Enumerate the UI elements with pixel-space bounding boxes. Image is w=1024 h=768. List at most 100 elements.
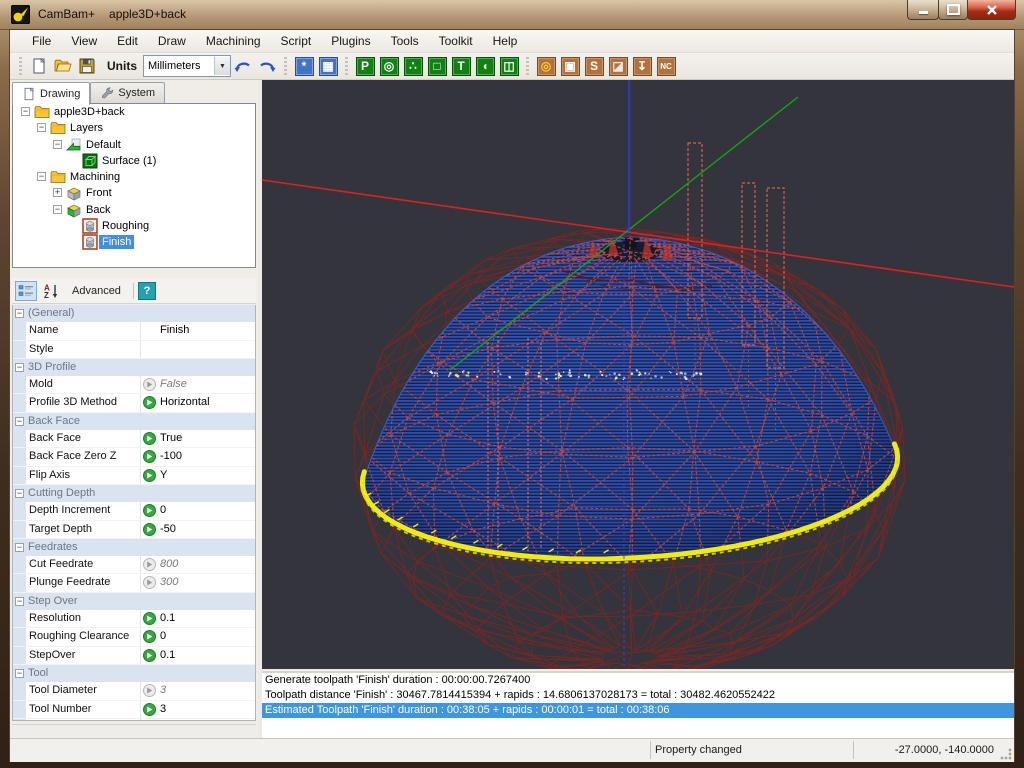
property-row-name[interactable]: NameFinish xyxy=(13,322,255,340)
tree-node-front[interactable]: +Front xyxy=(13,185,255,201)
property-category-tool[interactable]: −Tool xyxy=(13,665,255,682)
toolbar-grip[interactable] xyxy=(284,57,287,75)
property-category-feedrates[interactable]: −Feedrates xyxy=(13,539,255,556)
property-value[interactable]: 0.1 xyxy=(160,612,175,624)
units-combobox[interactable]: Millimeters ▼ xyxy=(143,55,231,77)
property-value[interactable]: True xyxy=(160,432,182,444)
property-row-mold[interactable]: MoldFalse xyxy=(13,376,255,394)
property-value[interactable]: 0 xyxy=(160,504,166,516)
collapse-icon[interactable]: − xyxy=(37,123,46,132)
grid-button[interactable]: ▦ xyxy=(317,55,339,77)
close-button[interactable] xyxy=(967,0,1016,20)
property-value[interactable]: 3 xyxy=(160,684,166,696)
toolbar-grip[interactable] xyxy=(345,57,348,75)
tree-node-surface-1-[interactable]: Surface (1) xyxy=(13,153,255,169)
title-bar[interactable]: CamBam+apple3D+back xyxy=(0,0,1024,30)
engrave-mop-button[interactable]: S xyxy=(583,55,605,77)
property-row-cut-feedrate[interactable]: Cut Feedrate800 xyxy=(13,556,255,574)
property-row-profile-3d-method[interactable]: Profile 3D MethodHorizontal xyxy=(13,394,255,412)
property-value[interactable]: -100 xyxy=(160,450,182,462)
advanced-button[interactable]: Advanced xyxy=(72,285,121,297)
tree-node-apple3d-back[interactable]: −apple3D+back xyxy=(13,104,255,120)
collapse-icon[interactable]: − xyxy=(53,205,62,214)
property-row-resolution[interactable]: Resolution0.1 xyxy=(13,610,255,628)
property-row-style[interactable]: Style xyxy=(13,341,255,359)
property-value[interactable]: 0 xyxy=(160,630,166,642)
menu-machining[interactable]: Machining xyxy=(196,31,271,51)
property-row-plunge-feedrate[interactable]: Plunge Feedrate300 xyxy=(13,574,255,592)
menu-file[interactable]: File xyxy=(22,31,61,51)
point-list-button[interactable]: ∴ xyxy=(402,55,424,77)
profile3d-mop-button[interactable]: ◪ xyxy=(607,55,629,77)
menu-edit[interactable]: Edit xyxy=(107,31,148,51)
property-row-roughing-clearance[interactable]: Roughing Clearance0 xyxy=(13,628,255,646)
property-value[interactable]: 800 xyxy=(160,558,178,570)
tree-node-machining[interactable]: −Machining xyxy=(13,169,255,185)
collapse-icon[interactable]: − xyxy=(21,107,30,116)
units-dropdown-arrow[interactable]: ▼ xyxy=(214,57,230,75)
viewport-3d[interactable] xyxy=(262,80,1014,669)
tab-system[interactable]: System xyxy=(90,82,165,103)
tree-node-default[interactable]: −Default xyxy=(13,137,255,153)
property-category-step-over[interactable]: −Step Over xyxy=(13,593,255,610)
arc-button[interactable]: ◖ xyxy=(474,55,496,77)
collapse-icon[interactable]: − xyxy=(53,140,62,149)
property-value[interactable]: 3 xyxy=(160,703,166,715)
property-category-cutting-depth[interactable]: −Cutting Depth xyxy=(13,485,255,502)
property-row-back-face[interactable]: Back FaceTrue xyxy=(13,430,255,448)
rectangle-button[interactable]: □ xyxy=(426,55,448,77)
circle-button[interactable]: ◎ xyxy=(378,55,400,77)
polyline-button[interactable]: P xyxy=(354,55,376,77)
property-value[interactable]: False xyxy=(160,378,187,390)
help-button[interactable]: ? xyxy=(138,282,156,300)
tab-drawing[interactable]: Drawing xyxy=(12,82,90,105)
property-row-tool-profile[interactable]: Tool ProfileBall Nose xyxy=(13,719,255,721)
drill-mop-button[interactable]: ↧ xyxy=(631,55,653,77)
menu-toolkit[interactable]: Toolkit xyxy=(429,31,483,51)
collapse-icon[interactable]: − xyxy=(15,543,24,552)
collapse-icon[interactable]: − xyxy=(15,309,24,318)
expand-icon[interactable]: + xyxy=(53,188,62,197)
property-category-3d-profile[interactable]: −3D Profile xyxy=(13,359,255,376)
surface-button[interactable]: ◫ xyxy=(498,55,520,77)
property-row-depth-increment[interactable]: Depth Increment0 xyxy=(13,502,255,520)
property-row-back-face-zero-z[interactable]: Back Face Zero Z-100 xyxy=(13,448,255,466)
property-row-stepover[interactable]: StepOver0.1 xyxy=(13,647,255,665)
collapse-icon[interactable]: − xyxy=(15,597,24,606)
toolbar-grip[interactable] xyxy=(19,57,22,75)
toolbar-grip[interactable] xyxy=(526,57,529,75)
collapse-icon[interactable]: − xyxy=(15,669,24,678)
property-value[interactable]: Finish xyxy=(160,324,189,336)
property-row-tool-number[interactable]: Tool Number3 xyxy=(13,701,255,719)
menu-script[interactable]: Script xyxy=(271,31,322,51)
collapse-icon[interactable]: − xyxy=(37,172,46,181)
gcode-button[interactable]: NC xyxy=(655,55,677,77)
menu-view[interactable]: View xyxy=(61,31,107,51)
redo-button[interactable] xyxy=(256,55,278,77)
property-value[interactable]: -50 xyxy=(160,523,176,535)
property-value[interactable]: 300 xyxy=(160,576,178,588)
log-line[interactable]: Toolpath distance 'Finish' : 30467.78144… xyxy=(262,688,1014,703)
tree-node-back[interactable]: −Back xyxy=(13,202,255,218)
menu-help[interactable]: Help xyxy=(483,31,528,51)
property-row-tool-diameter[interactable]: Tool Diameter3 xyxy=(13,682,255,700)
menu-tools[interactable]: Tools xyxy=(381,31,429,51)
property-value[interactable]: 0.1 xyxy=(160,649,175,661)
property-row-target-depth[interactable]: Target Depth-50 xyxy=(13,521,255,539)
new-file-button[interactable] xyxy=(28,55,50,77)
snap-points-button[interactable]: * xyxy=(293,55,315,77)
property-value[interactable]: Horizontal xyxy=(160,396,210,408)
collapse-icon[interactable]: − xyxy=(15,417,24,426)
tree-node-roughing[interactable]: Roughing xyxy=(13,218,255,234)
property-category--general-[interactable]: −(General) xyxy=(13,305,255,322)
open-file-button[interactable] xyxy=(52,55,74,77)
pocket-mop-button[interactable]: ▣ xyxy=(559,55,581,77)
property-value[interactable]: Y xyxy=(160,469,167,481)
tree-node-finish[interactable]: Finish xyxy=(13,234,255,250)
property-category-back-face[interactable]: −Back Face xyxy=(13,413,255,430)
undo-button[interactable] xyxy=(232,55,254,77)
save-file-button[interactable] xyxy=(76,55,98,77)
minimize-button[interactable] xyxy=(907,0,939,20)
alphabetical-view-button[interactable] xyxy=(40,281,62,301)
collapse-icon[interactable]: − xyxy=(15,489,24,498)
